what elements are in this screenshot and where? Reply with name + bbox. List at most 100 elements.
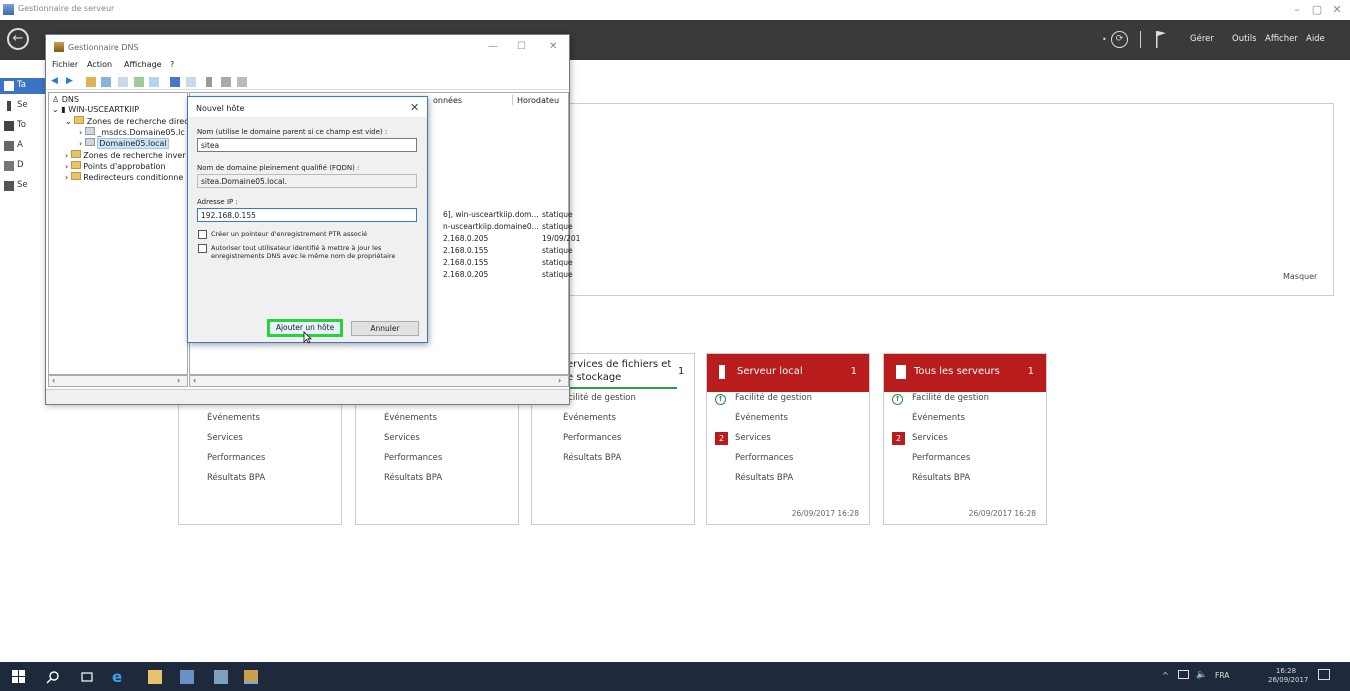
back-button[interactable]: ← xyxy=(7,28,29,50)
back-arrow-icon[interactable]: ◀ xyxy=(51,77,61,87)
tile-row-events[interactable]: Événements xyxy=(563,413,616,423)
close-button[interactable]: ✕ xyxy=(1327,3,1347,16)
action-center-icon[interactable] xyxy=(1318,669,1330,680)
tree-item-reverse-zones[interactable]: › Zones de recherche inver xyxy=(65,150,186,160)
up-folder-icon[interactable] xyxy=(86,77,96,87)
tree-item-dns[interactable]: ♙ DNS xyxy=(52,95,79,104)
record-data[interactable]: n-usceartkiip.domaine0... xyxy=(443,222,539,231)
list-icon[interactable] xyxy=(221,77,231,87)
edge-browser-icon[interactable]: e xyxy=(112,670,126,685)
record-data[interactable]: 2.168.0.155 xyxy=(443,258,488,267)
local-server-tile[interactable]: Serveur local 1 ↑ Facilité de gestion Év… xyxy=(706,353,870,525)
powershell-icon[interactable] xyxy=(214,670,228,684)
clock[interactable]: 16:28 26/09/2017 xyxy=(1268,667,1308,685)
tile-header[interactable]: Tous les serveurs 1 xyxy=(884,354,1046,392)
tile-row-events[interactable]: Événements xyxy=(735,413,788,423)
tray-expand-icon[interactable]: ^ xyxy=(1162,671,1169,680)
tile-row-services[interactable]: Services xyxy=(384,433,420,443)
nav-item-dashboard[interactable]: Ta xyxy=(0,78,46,94)
tile-row-services[interactable]: Services xyxy=(912,433,948,443)
column-header-timestamp[interactable]: Horodateu xyxy=(517,96,559,105)
dns-minimize-button[interactable]: — xyxy=(488,41,498,52)
authenticated-update-label[interactable]: Autoriser tout utilisateur identifié à m… xyxy=(211,244,411,260)
tile-row-manageability[interactable]: Facilité de gestion xyxy=(735,393,812,403)
export-icon[interactable] xyxy=(149,77,159,87)
scroll-right-icon[interactable]: › xyxy=(558,376,561,385)
tree-item-forward-zones[interactable]: ⌄ Zones de recherche direc xyxy=(65,116,189,126)
menu-help[interactable]: Aide xyxy=(1306,34,1325,44)
scroll-left-icon[interactable]: ‹ xyxy=(52,376,55,385)
scroll-left-icon[interactable]: ‹ xyxy=(193,376,196,385)
show-tree-icon[interactable] xyxy=(101,77,111,87)
tile-row-bpa[interactable]: Résultats BPA xyxy=(207,473,265,483)
help-icon[interactable] xyxy=(170,77,180,87)
server-record-icon[interactable] xyxy=(206,77,212,87)
tile-row-performance[interactable]: Performances xyxy=(563,433,621,443)
windows-start-icon[interactable] xyxy=(12,670,26,684)
tile-row-performance[interactable]: Performances xyxy=(384,453,442,463)
view-icon[interactable] xyxy=(186,77,196,87)
host-name-input[interactable]: sitea xyxy=(197,138,417,152)
ip-address-input[interactable]: 192.168.0.155 xyxy=(197,208,417,222)
tile-row-manageability[interactable]: acilité de gestion xyxy=(563,393,636,403)
record-data[interactable]: 2.168.0.155 xyxy=(443,246,488,255)
record-timestamp[interactable]: statique xyxy=(542,222,573,231)
network-icon[interactable] xyxy=(1178,670,1189,679)
volume-muted-icon[interactable]: 🔈 xyxy=(1196,670,1207,680)
tile-row-events[interactable]: Événements xyxy=(207,413,260,423)
dns-close-button[interactable]: ✕ xyxy=(549,41,557,52)
menu-view[interactable]: Afficher xyxy=(1265,34,1298,44)
maximize-button[interactable]: ▢ xyxy=(1307,3,1327,16)
record-timestamp[interactable]: statique xyxy=(542,270,573,279)
ptr-checkbox-label[interactable]: Créer un pointeur d'enregistrement PTR a… xyxy=(211,230,411,238)
tile-row-events[interactable]: Événements xyxy=(384,413,437,423)
nav-item-storage[interactable]: Se xyxy=(0,178,46,194)
tile-header[interactable]: Serveur local 1 xyxy=(707,354,869,392)
notifications-flag-icon[interactable] xyxy=(1155,30,1167,48)
record-timestamp[interactable]: statique xyxy=(542,246,573,255)
properties-icon[interactable] xyxy=(118,77,128,87)
record-data[interactable]: 2.168.0.205 xyxy=(443,270,488,279)
dns-manager-taskbar-icon[interactable] xyxy=(244,670,258,684)
record-timestamp[interactable]: statique xyxy=(542,210,573,219)
cancel-button[interactable]: Annuler xyxy=(351,321,419,336)
refresh-icon[interactable] xyxy=(134,77,144,87)
hide-link[interactable]: Masquer xyxy=(1283,272,1317,281)
filter-icon[interactable] xyxy=(237,77,247,87)
file-explorer-icon[interactable] xyxy=(148,670,162,684)
record-data[interactable]: 2.168.0.205 xyxy=(443,234,488,243)
nav-item-ad[interactable]: A xyxy=(0,138,46,154)
record-data[interactable]: 6], win-usceartkiip.dom... xyxy=(443,210,539,219)
tile-row-performance[interactable]: Performances xyxy=(207,453,265,463)
tree-item-trust-points[interactable]: › Points d'approbation xyxy=(65,161,166,171)
task-view-icon[interactable] xyxy=(80,670,94,684)
column-header-data[interactable]: onnées xyxy=(433,96,462,105)
minimize-button[interactable]: – xyxy=(1287,3,1307,16)
record-timestamp[interactable]: 19/09/201 xyxy=(542,234,580,243)
server-manager-taskbar-icon[interactable] xyxy=(180,670,194,684)
menu-view[interactable]: Affichage xyxy=(124,60,162,69)
nav-item-dns[interactable]: D xyxy=(0,158,46,174)
all-servers-tile[interactable]: Tous les serveurs 1 ↑ Facilité de gestio… xyxy=(883,353,1047,525)
tile-row-events[interactable]: Événements xyxy=(912,413,965,423)
menu-manage[interactable]: Gérer xyxy=(1190,34,1214,44)
list-horizontal-scrollbar[interactable]: ‹ › xyxy=(189,375,569,387)
refresh-icon[interactable]: ⟳ xyxy=(1111,31,1128,48)
ptr-checkbox[interactable] xyxy=(198,230,207,239)
tile-row-services[interactable]: Services xyxy=(735,433,771,443)
tile-row-bpa[interactable]: Résultats BPA xyxy=(563,453,621,463)
tree-item-domaine05[interactable]: › Domaine05.local xyxy=(79,138,169,149)
menu-file[interactable]: Fichier xyxy=(52,60,78,69)
tile-row-services[interactable]: Services xyxy=(207,433,243,443)
menu-tools[interactable]: Outils xyxy=(1232,34,1257,44)
tile-row-manageability[interactable]: Facilité de gestion xyxy=(912,393,989,403)
tree-item-msdcs[interactable]: › _msdcs.Domaine05.lc xyxy=(79,127,185,137)
tile-row-bpa[interactable]: Résultats BPA xyxy=(912,473,970,483)
record-timestamp[interactable]: statique xyxy=(542,258,573,267)
dns-maximize-button[interactable]: ☐ xyxy=(517,41,526,52)
tile-row-performance[interactable]: Performances xyxy=(912,453,970,463)
tree-item-conditional-forwarders[interactable]: › Redirecteurs conditionne xyxy=(65,172,183,182)
input-language[interactable]: FRA xyxy=(1215,671,1229,680)
dialog-close-button[interactable]: ✕ xyxy=(410,101,419,114)
refresh-dropdown-icon[interactable]: • xyxy=(1102,35,1107,44)
